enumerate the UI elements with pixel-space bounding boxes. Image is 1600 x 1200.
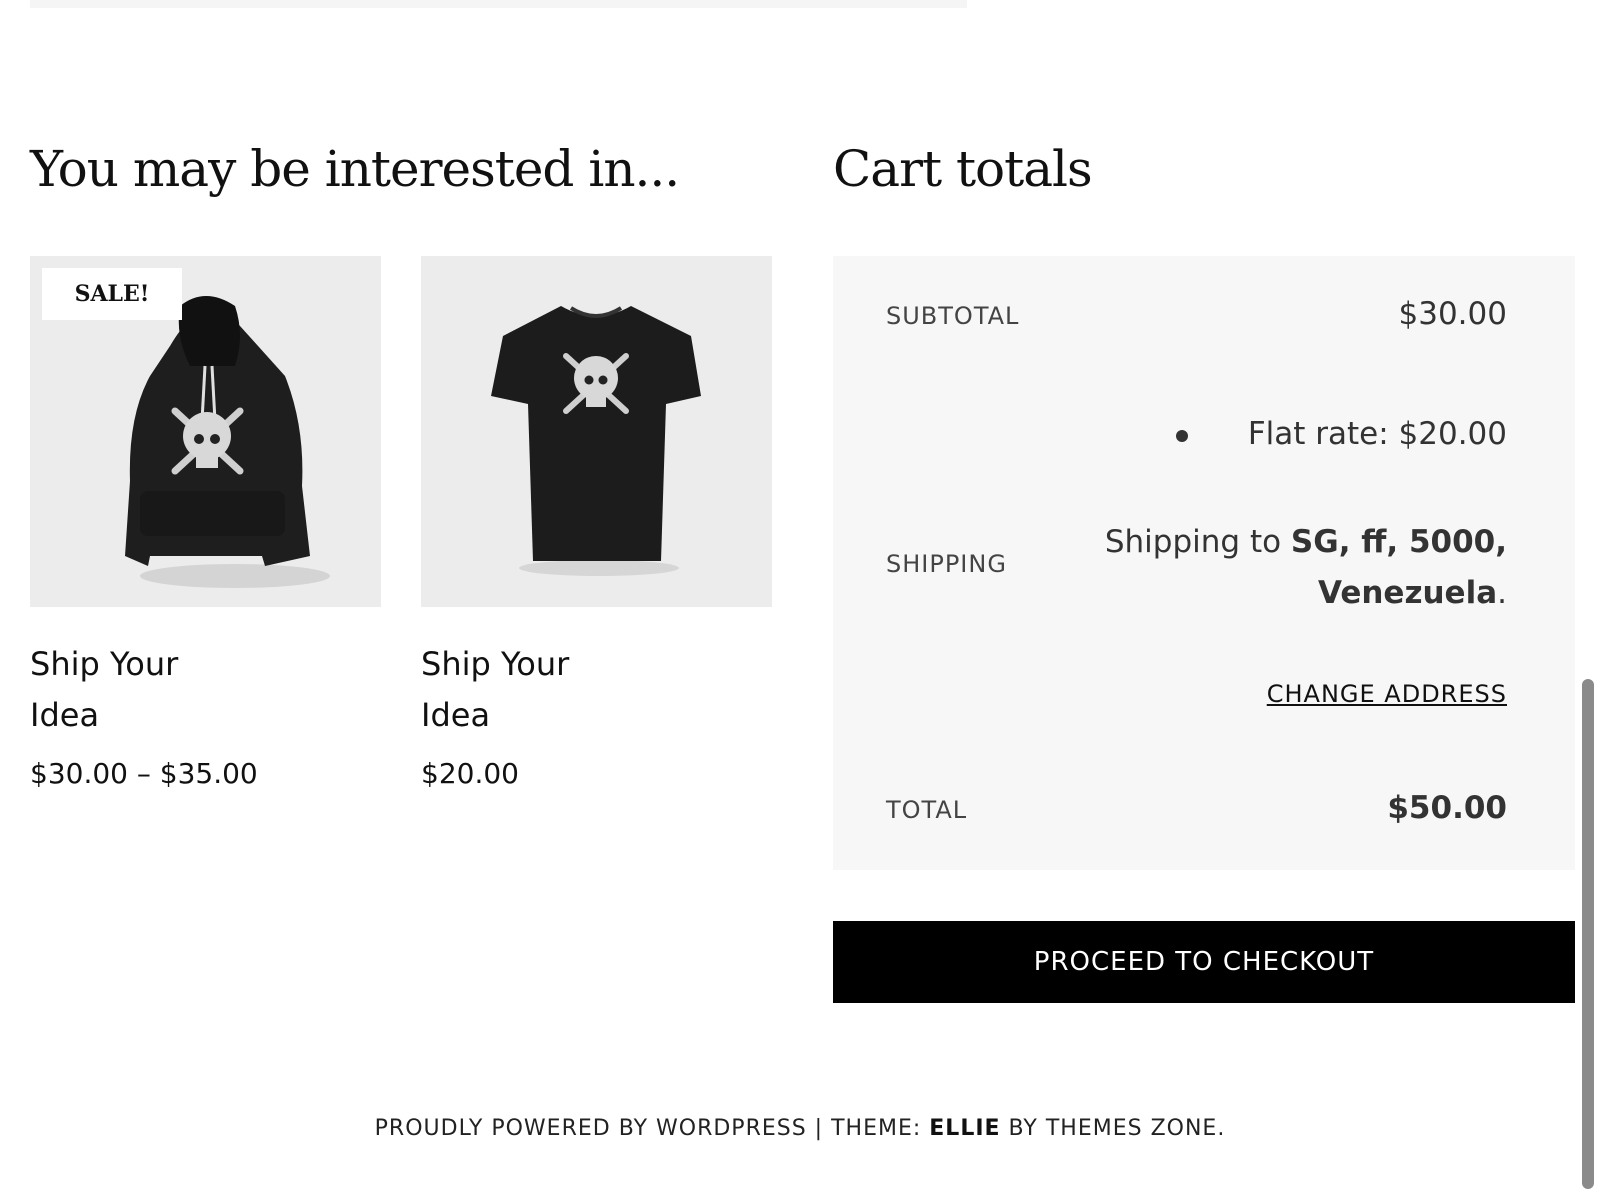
shipping-option-label: Flat rate: $20.00 <box>1247 416 1507 452</box>
site-footer: PROUDLY POWERED BY WORDPRESS | THEME: EL… <box>0 1116 1600 1141</box>
bullet-icon <box>1175 429 1188 442</box>
product-price: $20.00 <box>421 757 519 790</box>
product-name[interactable]: Ship Your Idea <box>421 639 581 741</box>
shipping-to-suffix: . <box>1497 575 1507 611</box>
cart-totals-panel: SUBTOTAL $30.00 Flat rate: $20.00 SHIPPI… <box>833 256 1575 870</box>
shipping-destination: Shipping to SG, ff, 5000, Venezuela. <box>1087 517 1507 619</box>
footer-theme-name[interactable]: ELLIE <box>929 1116 1000 1141</box>
shipping-label: SHIPPING <box>886 550 1007 578</box>
product-card[interactable]: Ship Your Idea $20.00 <box>421 256 772 790</box>
product-image[interactable]: SALE! <box>30 256 381 607</box>
scrollbar[interactable] <box>1576 0 1600 1200</box>
product-name[interactable]: Ship Your Idea <box>30 639 190 741</box>
scrollbar-thumb[interactable] <box>1582 679 1594 1189</box>
footer-prefix: PROUDLY POWERED BY WORDPRESS | THEME: <box>374 1116 930 1141</box>
total-value: $50.00 <box>1387 790 1507 826</box>
footer-suffix: BY THEMES ZONE. <box>1000 1116 1226 1141</box>
related-products-title: You may be interested in... <box>30 140 680 198</box>
shipping-option: Flat rate: $20.00 <box>1175 416 1507 452</box>
product-image[interactable] <box>421 256 772 607</box>
cart-totals-title: Cart totals <box>833 140 1093 198</box>
sale-badge: SALE! <box>42 268 182 320</box>
shipping-address: SG, ff, 5000, Venezuela <box>1290 524 1507 611</box>
top-divider-strip <box>30 0 967 8</box>
product-price: $30.00 – $35.00 <box>30 757 258 790</box>
product-card[interactable]: SALE! Ship Your Idea $30.00 – $35.00 <box>30 256 381 790</box>
proceed-to-checkout-button[interactable]: PROCEED TO CHECKOUT <box>833 921 1575 1003</box>
total-label: TOTAL <box>886 796 968 824</box>
change-address-link[interactable]: CHANGE ADDRESS <box>1267 680 1507 708</box>
subtotal-value: $30.00 <box>1398 296 1507 332</box>
subtotal-label: SUBTOTAL <box>886 302 1020 330</box>
tshirt-icon <box>491 306 701 576</box>
shipping-to-prefix: Shipping to <box>1104 524 1291 560</box>
